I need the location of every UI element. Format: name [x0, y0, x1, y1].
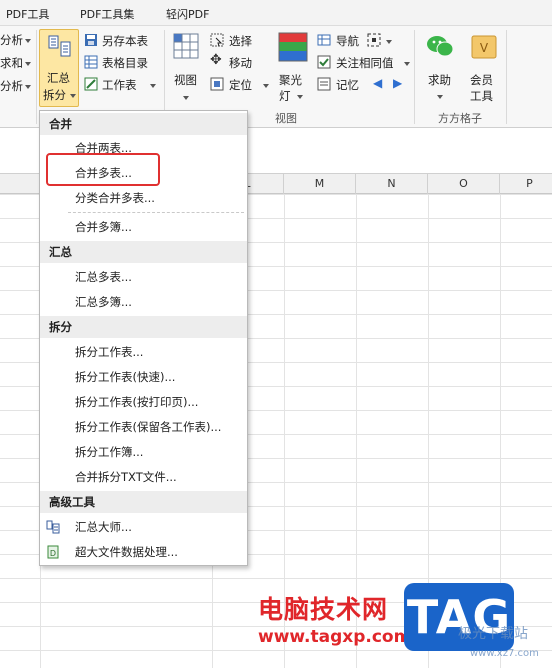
locate-button[interactable]: 定位	[210, 76, 272, 94]
chevron-down-icon	[25, 85, 31, 89]
chevron-down-icon	[263, 84, 269, 88]
menu-item-split-keep-sheets[interactable]: 拆分工作表(保留各工作表)...	[40, 415, 247, 440]
ribbon-tab-strip: PDF工具 PDF工具集 轻闪PDF	[0, 0, 552, 26]
worksheet-label: 工作表	[102, 78, 137, 92]
merge-split-label-2: 拆分	[43, 88, 66, 102]
view-button[interactable]: 视图	[168, 30, 204, 106]
help-button[interactable]: 求助	[420, 30, 460, 106]
group-label-fangfang: 方方格子	[438, 112, 482, 125]
menu-divider	[68, 212, 244, 213]
spotlight-label-2: 灯	[279, 89, 291, 103]
merge-split-button[interactable]: 汇总 拆分	[39, 29, 79, 107]
select-label: 选择	[229, 34, 252, 48]
chevron-down-icon	[183, 96, 189, 100]
table-icon	[84, 55, 98, 69]
group-label-view: 视图	[275, 112, 297, 125]
spotlight-label-1: 聚光	[279, 73, 302, 87]
follow-same-value-button[interactable]: 关注相同值	[317, 54, 412, 72]
move-button[interactable]: ✥ 移动	[210, 52, 270, 72]
member-tools-label-2: 工具	[470, 89, 493, 103]
menu-item-split-by-print-page[interactable]: 拆分工作表(按打印页)...	[40, 390, 247, 415]
member-tools-label-1: 会员	[470, 73, 493, 87]
locate-label: 定位	[229, 78, 252, 92]
help-label: 求助	[428, 73, 451, 87]
navigate-label: 导航	[336, 34, 359, 48]
navigate-button[interactable]: 导航	[317, 32, 397, 50]
menu-item-split-worksheet-fast[interactable]: 拆分工作表(快速)...	[40, 365, 247, 390]
tab-qingshan-pdf[interactable]: 轻闪PDF	[166, 6, 209, 22]
wechat-icon	[427, 36, 454, 57]
chevron-down-icon	[70, 94, 76, 98]
menu-item-summary-workbooks[interactable]: 汇总多簿...	[40, 290, 247, 315]
worksheet-button[interactable]: 工作表	[83, 76, 163, 94]
follow-same-value-label: 关注相同值	[336, 56, 394, 70]
svg-text:V: V	[480, 41, 489, 55]
chevron-down-icon	[386, 40, 392, 44]
menu-item-summary-sheets[interactable]: 汇总多表...	[40, 265, 247, 290]
arrow-left-icon[interactable]: ◀	[373, 76, 382, 90]
watermark-url: www.tagxp.com	[258, 627, 412, 647]
column-header-p[interactable]: P	[500, 174, 552, 194]
highlight-box	[46, 153, 160, 186]
partial-label: 分析	[0, 33, 23, 47]
sheet-catalog-label: 表格目录	[102, 56, 148, 70]
menu-item-split-workbook[interactable]: 拆分工作簿...	[40, 440, 247, 465]
tab-pdf-tools[interactable]: PDF工具	[6, 6, 49, 22]
follow-icon	[317, 55, 331, 69]
grid-view-icon	[173, 33, 199, 59]
column-header-o[interactable]: O	[428, 174, 500, 194]
tab-pdf-toolset[interactable]: PDF工具集	[80, 6, 134, 22]
watermark-corner-text: 极光下载站	[458, 626, 528, 642]
partial-button-analyze-2[interactable]: 分析	[0, 78, 34, 94]
chevron-down-icon	[404, 62, 410, 66]
menu-section-split: 拆分	[40, 316, 247, 338]
column-header-n[interactable]: N	[356, 174, 428, 194]
watermark-corner-url: www.xz7.com	[470, 648, 539, 659]
worksheet-icon	[84, 77, 98, 91]
memo-label: 记忆	[336, 78, 359, 92]
menu-item-merge-split-txt[interactable]: 合并拆分TXT文件...	[40, 465, 247, 490]
chevron-down-icon	[150, 84, 156, 88]
save-as-sheet-button[interactable]: 另存本表	[83, 32, 163, 50]
watermark-site-name: 电脑技术网	[258, 595, 389, 624]
member-tools-button[interactable]: V 会员 工具	[464, 30, 504, 106]
menu-item-summary-master[interactable]: 汇总大师...	[40, 515, 247, 540]
memo-icon	[317, 77, 331, 91]
column-header-m[interactable]: M	[284, 174, 356, 194]
chevron-down-icon	[437, 95, 443, 99]
spotlight-icon	[278, 32, 308, 62]
member-icon: V	[471, 35, 497, 59]
move-icon: ✥	[210, 52, 222, 68]
menu-item-merge-workbooks[interactable]: 合并多簿...	[40, 215, 247, 240]
chevron-down-icon	[25, 62, 31, 66]
select-icon	[210, 33, 224, 47]
chevron-down-icon	[297, 95, 303, 99]
sheet-catalog-button[interactable]: 表格目录	[83, 54, 163, 72]
menu-item-large-file-processing[interactable]: 超大文件数据处理...	[40, 540, 247, 565]
menu-section-merge: 合并	[40, 113, 247, 135]
menu-section-summary: 汇总	[40, 241, 247, 263]
column-header-partial[interactable]	[0, 174, 40, 194]
menu-item-split-worksheet[interactable]: 拆分工作表...	[40, 340, 247, 365]
save-as-sheet-label: 另存本表	[102, 34, 148, 48]
partial-label: 分析	[0, 79, 23, 93]
partial-button-sum[interactable]: 求和	[0, 55, 34, 71]
move-label: 移动	[229, 56, 252, 70]
partial-button-analyze-1[interactable]: 分析	[0, 32, 34, 48]
menu-item-category-merge-sheets[interactable]: 分类合并多表...	[40, 186, 247, 211]
locate-icon	[210, 77, 224, 91]
arrow-right-icon[interactable]: ▶	[393, 76, 402, 90]
save-icon	[85, 34, 97, 46]
chevron-down-icon	[25, 39, 31, 43]
merge-split-label-1: 汇总	[47, 71, 70, 85]
memo-button[interactable]: 记忆 ◀ ▶	[317, 76, 412, 94]
navigate-icon	[317, 34, 331, 46]
view-label: 视图	[174, 73, 197, 87]
menu-section-advanced: 高级工具	[40, 491, 247, 513]
spotlight-button[interactable]: 聚光 灯	[275, 30, 311, 106]
select-button[interactable]: 选择	[210, 32, 270, 50]
merge-split-icon	[48, 35, 71, 57]
selection-frame-icon[interactable]	[367, 33, 381, 47]
partial-label: 求和	[0, 56, 23, 70]
